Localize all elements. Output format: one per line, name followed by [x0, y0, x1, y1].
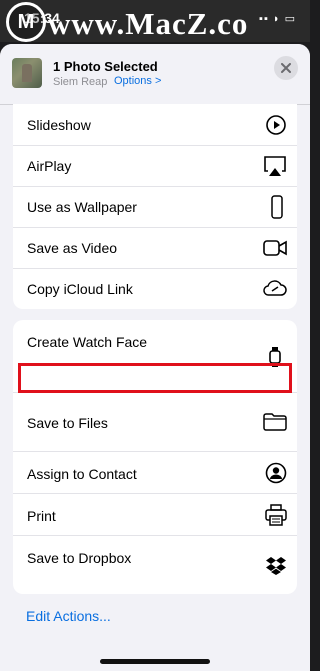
action-create-watch-face[interactable]: Create Watch Face: [13, 320, 297, 393]
share-header: 1 Photo Selected Siem Reap Options >: [0, 44, 310, 105]
actions-group-1: Slideshow AirPlay Use as Wallpaper Save …: [13, 104, 297, 309]
options-link[interactable]: Options >: [114, 75, 161, 87]
action-label: Save to Files: [27, 415, 108, 431]
action-label: Print: [27, 508, 56, 524]
action-label: AirPlay: [27, 158, 72, 174]
video-icon: [263, 240, 287, 256]
share-sheet: 1 Photo Selected Siem Reap Options > Sli…: [0, 44, 310, 671]
action-airplay[interactable]: AirPlay: [13, 146, 297, 187]
dropbox-icon: [265, 556, 287, 576]
action-save-to-files[interactable]: Save to Files: [13, 393, 297, 452]
header-title: 1 Photo Selected: [53, 59, 158, 74]
airplay-icon: [263, 155, 287, 177]
action-copy-icloud-link[interactable]: Copy iCloud Link: [13, 269, 297, 309]
contact-icon: [265, 462, 287, 484]
play-circle-icon: [265, 114, 287, 136]
watch-icon: [269, 347, 281, 367]
action-label: Save to Dropbox: [27, 550, 132, 566]
action-use-as-wallpaper[interactable]: Use as Wallpaper: [13, 187, 297, 228]
action-label: Create Watch Face: [27, 334, 148, 350]
phone-icon: [271, 195, 283, 219]
actions-group-2: Create Watch Face Save to Files Assign t…: [13, 320, 297, 594]
action-save-to-dropbox[interactable]: Save to Dropbox: [13, 536, 297, 594]
home-indicator[interactable]: [100, 659, 210, 664]
photo-thumbnail[interactable]: [12, 58, 42, 88]
action-slideshow[interactable]: Slideshow: [13, 104, 297, 146]
action-print[interactable]: Print: [13, 494, 297, 536]
close-button[interactable]: [274, 56, 298, 80]
watermark-logo: M: [6, 2, 46, 42]
folder-icon: [263, 413, 287, 431]
watermark-text: www.MacZ.co: [48, 6, 249, 41]
status-indicators: ▪▪ ◗ ▭: [259, 13, 296, 25]
header-location: Siem Reap: [53, 76, 108, 88]
action-label: Slideshow: [27, 117, 91, 133]
cloud-link-icon: [263, 279, 287, 297]
edit-actions-link[interactable]: Edit Actions...: [26, 608, 111, 624]
action-label: Save as Video: [27, 240, 118, 256]
action-assign-to-contact[interactable]: Assign to Contact: [13, 452, 297, 494]
close-icon: [281, 63, 291, 73]
action-label: Use as Wallpaper: [27, 199, 137, 215]
status-bar: 15:34 ▪▪ ◗ ▭ M www.MacZ.co: [0, 0, 310, 42]
action-save-as-video[interactable]: Save as Video: [13, 228, 297, 269]
action-label: Assign to Contact: [27, 466, 137, 482]
printer-icon: [265, 504, 287, 526]
action-label: Copy iCloud Link: [27, 281, 133, 297]
